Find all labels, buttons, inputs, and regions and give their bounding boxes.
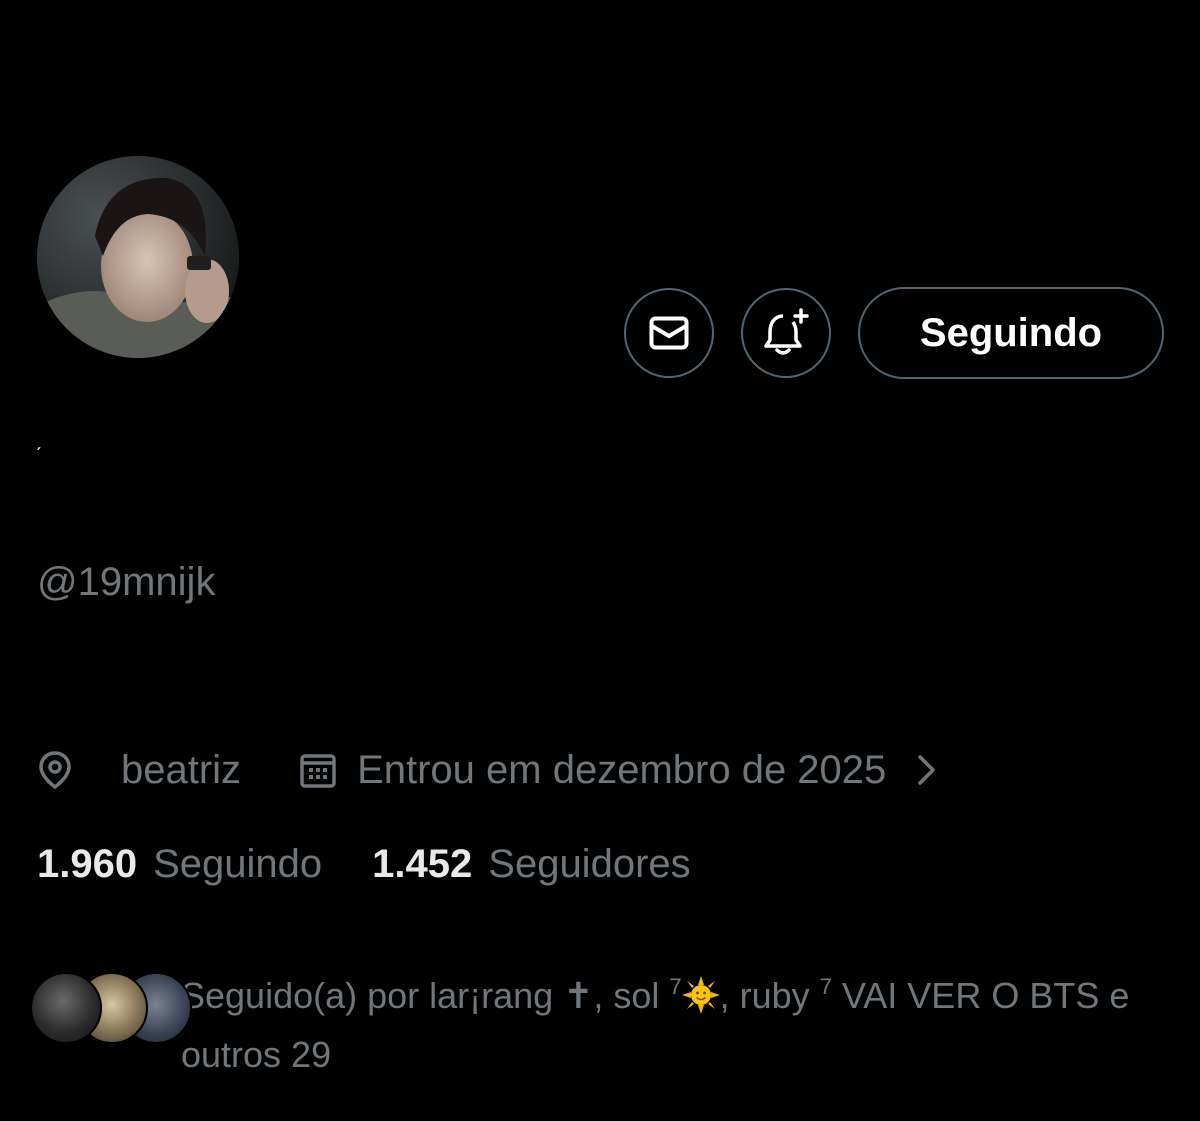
followed-by-prefix: Seguido(a) por lar¡rang ✝, sol: [181, 975, 670, 1016]
notify-button[interactable]: [741, 288, 831, 378]
followed-by-middle: , ruby: [719, 975, 820, 1016]
message-button[interactable]: [624, 288, 714, 378]
calendar-icon: [299, 751, 337, 789]
following-label: Seguindo: [153, 842, 323, 886]
avatar-image: [37, 156, 239, 358]
sun-emoji-icon: [681, 975, 720, 1028]
followers-stat[interactable]: 1.452 Seguidores: [372, 838, 690, 890]
superscript-seven: 7: [819, 974, 832, 999]
following-stat[interactable]: 1.960 Seguindo: [37, 838, 322, 890]
chevron-right-icon[interactable]: [916, 753, 938, 787]
following-button[interactable]: Seguindo: [858, 287, 1164, 379]
profile-meta-row: beatriz Entrou em dezembro de 2025: [37, 744, 938, 796]
profile-handle: @19mnijk: [37, 560, 216, 604]
followed-by-text: Seguido(a) por lar¡rang ✝, sol 7, ruby 7…: [181, 960, 1171, 1081]
mail-icon: [649, 316, 689, 350]
display-name: ˏ: [35, 429, 42, 451]
bell-plus-icon: [764, 308, 809, 355]
followers-count: 1.452: [372, 842, 473, 886]
following-count: 1.960: [37, 842, 138, 886]
location-pin-icon: [37, 750, 73, 790]
profile-avatar[interactable]: [37, 156, 239, 358]
followers-label: Seguidores: [488, 842, 691, 886]
profile-stats: 1.960 Seguindo 1.452 Seguidores: [37, 838, 691, 890]
location-text: beatriz: [121, 747, 242, 792]
joined-date: Entrou em dezembro de 2025: [357, 747, 887, 792]
superscript-seven: 7: [669, 974, 682, 999]
mutual-avatars: [28, 972, 192, 1046]
mutual-avatar: [30, 972, 102, 1044]
